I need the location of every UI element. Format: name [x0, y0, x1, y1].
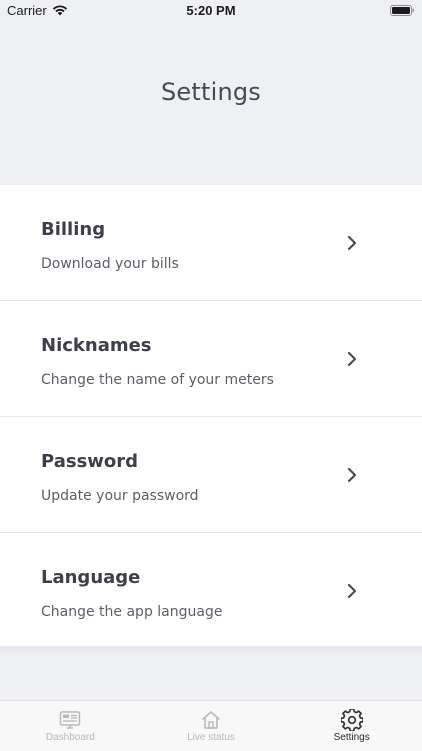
- tab-dashboard[interactable]: Dashboard: [0, 701, 141, 751]
- page-title: Settings: [160, 78, 262, 106]
- settings-list: Billing Download your bills Nicknames Ch…: [0, 185, 422, 648]
- list-shadow: [0, 646, 422, 654]
- item-subtitle: Update your password: [41, 488, 199, 504]
- tab-bar: Dashboard Live status Settings: [0, 700, 422, 751]
- chevron-right-icon: [347, 467, 357, 483]
- tab-label: Live status: [187, 732, 235, 743]
- settings-item-nicknames[interactable]: Nicknames Change the name of your meters: [0, 301, 422, 417]
- chevron-right-icon: [347, 235, 357, 251]
- dashboard-icon: [60, 711, 81, 729]
- item-title: Billing: [41, 219, 106, 240]
- status-time: 5:20 PM: [186, 3, 236, 18]
- status-bar: Carrier 5:20 PM: [0, 0, 422, 22]
- settings-item-language[interactable]: Language Change the app language: [0, 533, 422, 648]
- item-subtitle: Change the name of your meters: [41, 372, 274, 388]
- tab-live-status[interactable]: Live status: [141, 701, 282, 751]
- home-icon: [202, 711, 220, 729]
- item-subtitle: Download your bills: [41, 256, 179, 272]
- tab-settings[interactable]: Settings: [281, 701, 422, 751]
- chevron-right-icon: [347, 351, 357, 367]
- settings-item-billing[interactable]: Billing Download your bills: [0, 185, 422, 301]
- item-title: Password: [41, 451, 139, 472]
- tab-label: Dashboard: [45, 732, 95, 743]
- item-title: Nicknames: [41, 335, 152, 356]
- chevron-right-icon: [347, 583, 357, 599]
- gear-icon: [340, 709, 363, 731]
- settings-item-password[interactable]: Password Update your password: [0, 417, 422, 533]
- item-title: Language: [41, 567, 141, 588]
- tab-label: Settings: [333, 732, 370, 743]
- item-subtitle: Change the app language: [41, 604, 223, 620]
- battery-icon: [390, 5, 414, 16]
